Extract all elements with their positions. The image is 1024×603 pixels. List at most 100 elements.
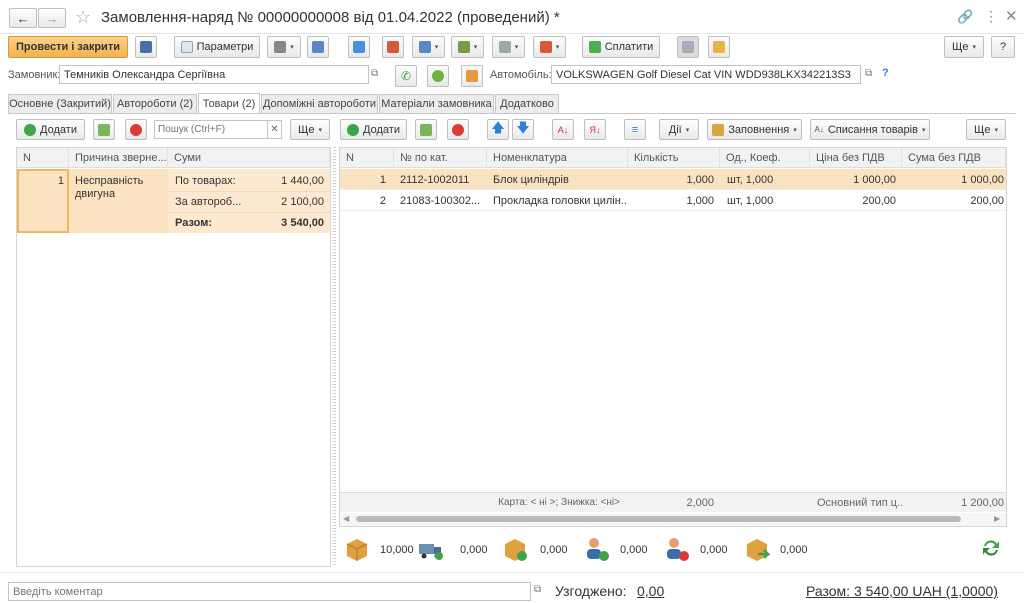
right-col-name[interactable]: Номенклатура <box>487 148 628 168</box>
left-col-sums[interactable]: Суми <box>168 148 330 168</box>
right-col-unit[interactable]: Од., Коеф. <box>720 148 810 168</box>
person-minus-icon <box>667 538 689 561</box>
post-and-close-button[interactable]: Провести і закрити <box>8 36 128 58</box>
doc-report-button[interactable]: ▾ <box>533 36 566 58</box>
tab-aux-works[interactable]: Допоміжні автороботи <box>261 94 378 113</box>
table-button[interactable]: ▾ <box>492 36 525 58</box>
actions-label: Дії <box>668 123 682 136</box>
agreed-value-link[interactable]: 0,00 <box>637 583 664 599</box>
plus-circle-icon <box>24 123 37 136</box>
arrow-left-icon: ← <box>16 10 30 26</box>
folder-lock-icon <box>713 41 725 53</box>
help-button[interactable]: ? <box>991 36 1015 58</box>
right-col-qty[interactable]: Кількість <box>628 148 720 168</box>
right-col-sum[interactable]: Сума без ПДВ <box>902 148 1006 168</box>
link-icon[interactable]: 🔗 <box>957 9 973 25</box>
forward-doc-button[interactable] <box>348 36 370 58</box>
comment-open-icon[interactable]: ⧉ <box>534 584 541 595</box>
post-and-close-label: Провести і закрити <box>16 41 120 53</box>
left-col-reason[interactable]: Причина зверне... <box>69 148 168 168</box>
left-delete-button[interactable] <box>125 119 147 140</box>
doc-report-icon <box>539 41 552 53</box>
total-link[interactable]: Разом: 3 540,00 UAH (1,0000) <box>806 583 998 599</box>
pay-button[interactable]: Сплатити <box>582 36 660 58</box>
move-up-button[interactable]: 🡅 <box>487 119 509 140</box>
upload-button[interactable] <box>461 65 483 87</box>
sum-divider-1 <box>168 191 330 192</box>
move-down-button[interactable]: 🡇 <box>512 119 534 140</box>
right-copy-button[interactable] <box>415 119 437 140</box>
row1-qty: 1,000 <box>686 174 714 186</box>
sum-goods-label: По товарах: <box>175 175 236 187</box>
fill-button[interactable]: Заповнення ▾ <box>707 119 802 140</box>
left-col-n[interactable]: N <box>17 148 69 168</box>
arrow-up-icon: 🡅 <box>491 119 505 135</box>
close-icon[interactable]: ✕ <box>1005 7 1018 25</box>
row2-n: 2 <box>379 195 386 207</box>
right-delete-button[interactable] <box>447 119 469 140</box>
delete-icon <box>130 123 142 136</box>
upload-icon <box>466 70 478 82</box>
row1-price: 1 000,00 <box>853 174 896 186</box>
users-button[interactable]: ▾ <box>451 36 484 58</box>
call-button[interactable]: ✆ <box>395 65 417 87</box>
agreed-label: Узгоджено: <box>555 583 627 599</box>
car-help-link[interactable]: ? <box>882 67 889 79</box>
open-customer-icon[interactable]: ⧉ <box>371 68 378 79</box>
lock-button[interactable] <box>708 36 730 58</box>
right-col-price[interactable]: Ціна без ПДВ <box>810 148 902 168</box>
actions-button[interactable]: Дії ▾ <box>659 119 699 140</box>
report-button[interactable] <box>382 36 404 58</box>
structure-button[interactable] <box>307 36 329 58</box>
tab-customer-materials[interactable]: Матеріали замовника <box>379 94 494 113</box>
panel-splitter[interactable] <box>333 147 336 567</box>
refresh-icon[interactable] <box>980 537 1002 559</box>
copy-button[interactable] <box>677 36 699 58</box>
parameters-button[interactable]: Параметри <box>174 36 260 58</box>
help-label: ? <box>999 41 1007 53</box>
left-more-button[interactable]: Ще ▾ <box>290 119 330 140</box>
save-button[interactable] <box>135 36 157 58</box>
stat-master-rejected: 0,000 <box>700 544 728 556</box>
writeoff-button[interactable]: A↓ Списання товарів ▾ <box>810 119 930 140</box>
customer-label: Замовник: <box>8 69 61 81</box>
tab-auto-works[interactable]: Автороботи (2) <box>113 94 197 113</box>
right-more-label: Ще <box>974 123 991 136</box>
search-input[interactable] <box>154 120 268 139</box>
message-button[interactable] <box>427 65 449 87</box>
tab-main[interactable]: Основне (Закритий) <box>8 94 112 113</box>
right-col-cat[interactable]: № по кат. <box>394 148 487 168</box>
scroll-right-icon[interactable]: ▶ <box>994 514 1000 523</box>
open-car-icon[interactable]: ⧉ <box>865 68 872 79</box>
docs-icon <box>418 41 431 53</box>
scroll-thumb[interactable] <box>356 516 961 522</box>
list-button[interactable]: ≡ <box>624 119 646 140</box>
menu-dots-icon[interactable]: ⋮ <box>984 8 998 25</box>
forward-button[interactable]: → <box>38 8 66 28</box>
car-field[interactable]: VOLKSWAGEN Golf Diesel Cat VIN WDD938LKX… <box>551 65 861 84</box>
tab-goods[interactable]: Товари (2) <box>198 93 260 114</box>
back-button[interactable]: ← <box>9 8 37 28</box>
related-docs-button[interactable]: ▾ <box>412 36 445 58</box>
print-button[interactable]: ▾ <box>267 36 301 58</box>
customer-field[interactable]: Темників Олександра Сергіївна <box>59 65 369 84</box>
right-add-label: Додати <box>363 123 400 136</box>
scroll-left-icon[interactable]: ◀ <box>343 514 349 523</box>
clear-search-icon[interactable]: ✕ <box>268 120 282 139</box>
sort-asc-button[interactable]: A↓ <box>552 119 574 140</box>
left-add-button[interactable]: Додати <box>16 119 85 140</box>
more-button[interactable]: Ще ▾ <box>944 36 984 58</box>
truck-check-icon <box>419 544 443 560</box>
row1-cat: 2112-1002011 <box>400 174 470 186</box>
box-check-icon <box>505 539 527 561</box>
left-copy-button[interactable] <box>93 119 115 140</box>
horizontal-scrollbar[interactable]: ◀ ▶ <box>340 513 1006 526</box>
right-col-n[interactable]: N <box>340 148 394 168</box>
sort-desc-button[interactable]: Я↓ <box>584 119 606 140</box>
footer-sum: 1 200,00 <box>961 497 1004 509</box>
tab-additional[interactable]: Додатково <box>495 94 559 113</box>
comment-input[interactable] <box>8 582 531 601</box>
right-add-button[interactable]: Додати <box>340 119 407 140</box>
right-more-button[interactable]: Ще ▾ <box>966 119 1006 140</box>
favorite-star-icon[interactable]: ☆ <box>75 7 91 28</box>
